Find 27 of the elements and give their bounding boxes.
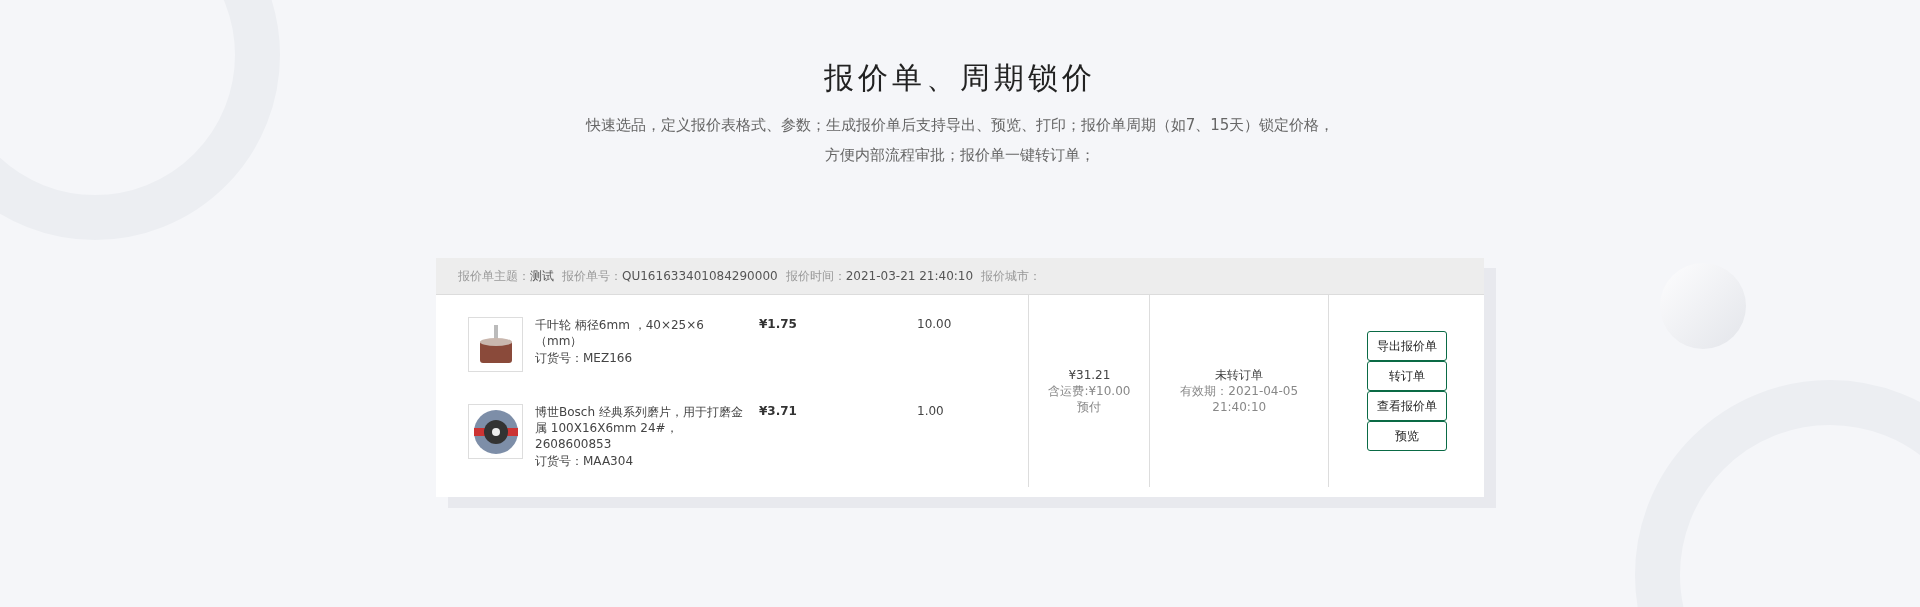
valid-until: 有效期：2021-04-05 21:40:10 — [1179, 383, 1300, 415]
total-price: ¥31.21 — [1068, 367, 1111, 383]
action-button[interactable]: 导出报价单 — [1366, 331, 1447, 361]
product-code: 订货号：MEZ166 — [535, 350, 634, 366]
product-name: 博世Bosch 经典系列磨片，用于打磨金属 100X16X6mm 24#，2608600853 — [535, 404, 744, 452]
field-label: 报价城市： — [981, 268, 1042, 283]
field-label: 报价单主题： — [458, 268, 530, 283]
product-name: 千叶轮 柄径6mm ，40×25×6（mm） — [535, 317, 705, 349]
field-label: 报价时间： — [785, 268, 846, 283]
order-status: 未转订单 — [1215, 367, 1264, 383]
field-value: 测试 — [530, 268, 554, 283]
action-button[interactable]: 查看报价单 — [1366, 391, 1447, 421]
shipping-fee: 含运费:¥10.00 — [1048, 383, 1131, 399]
unit-price: ¥3.71 — [759, 404, 798, 418]
field-value: QU161633401084290000 — [622, 268, 778, 283]
section-title: 报价单、周期锁价 — [824, 59, 1096, 97]
action-button[interactable]: 转订单 — [1366, 361, 1447, 391]
product-code: 订货号：MAA304 — [535, 453, 634, 469]
description-text: 快速选品，定义报价表格式、参数；生成报价单后支持导出、预览、打印；报价单周期（如7、15天）锁定价格， — [585, 115, 1335, 136]
action-button[interactable]: 预览 — [1366, 421, 1447, 451]
payment-method: 预付 — [1077, 399, 1102, 415]
field-value: 2021-03-21 21:40:10 — [845, 268, 974, 283]
field-label: 报价单号： — [562, 268, 622, 283]
description-text: 方便内部流程审批；报价单一键转订单； — [825, 145, 1095, 166]
quantity: 1.00 — [917, 404, 944, 418]
quantity: 10.00 — [917, 317, 952, 331]
unit-price: ¥1.75 — [759, 317, 798, 331]
